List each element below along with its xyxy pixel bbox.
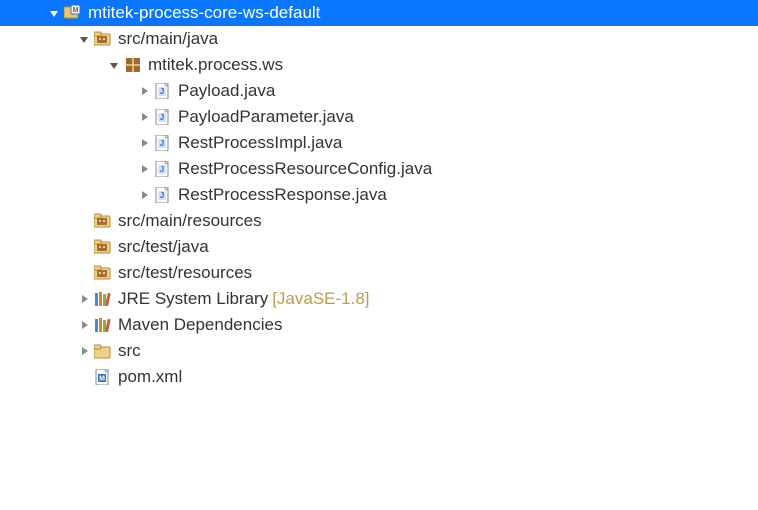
tree-item-java-file[interactable]: Payload.java: [0, 78, 758, 104]
chevron-down-icon[interactable]: [108, 59, 120, 71]
library-label: Maven Dependencies: [118, 312, 282, 338]
package-label: mtitek.process.ws: [148, 52, 283, 78]
tree-item-src-folder[interactable]: src: [0, 338, 758, 364]
maven-project-icon: [64, 5, 82, 21]
java-file-icon: [154, 109, 172, 125]
package-folder-icon: [94, 239, 112, 255]
chevron-down-icon[interactable]: [48, 7, 60, 19]
tree-item-project[interactable]: mtitek-process-core-ws-default: [0, 0, 758, 26]
library-label: JRE System Library: [118, 286, 268, 312]
java-file-icon: [154, 187, 172, 203]
chevron-right-icon[interactable]: [138, 189, 150, 201]
folder-label: src: [118, 338, 141, 364]
package-icon: [124, 57, 142, 73]
tree-item-java-file[interactable]: PayloadParameter.java: [0, 104, 758, 130]
tree-item-src-test-resources[interactable]: src/test/resources: [0, 260, 758, 286]
tree-item-src-test-java[interactable]: src/test/java: [0, 234, 758, 260]
package-folder-icon: [94, 213, 112, 229]
library-icon: [94, 317, 112, 333]
project-label: mtitek-process-core-ws-default: [88, 0, 320, 26]
tree-item-jre-library[interactable]: JRE System Library [JavaSE-1.8]: [0, 286, 758, 312]
tree-item-java-file[interactable]: RestProcessResourceConfig.java: [0, 156, 758, 182]
file-label: Payload.java: [178, 78, 275, 104]
file-label: RestProcessImpl.java: [178, 130, 342, 156]
tree-item-src-main-java[interactable]: src/main/java: [0, 26, 758, 52]
package-folder-icon: [94, 31, 112, 47]
tree-item-src-main-resources[interactable]: src/main/resources: [0, 208, 758, 234]
source-folder-label: src/main/resources: [118, 208, 262, 234]
chevron-right-icon[interactable]: [138, 111, 150, 123]
folder-icon: [94, 343, 112, 359]
chevron-right-icon[interactable]: [138, 137, 150, 149]
package-folder-icon: [94, 265, 112, 281]
library-annotation: [JavaSE-1.8]: [272, 286, 369, 312]
tree-item-pom-xml[interactable]: pom.xml: [0, 364, 758, 390]
source-folder-label: src/test/resources: [118, 260, 252, 286]
file-label: pom.xml: [118, 364, 182, 390]
java-file-icon: [154, 161, 172, 177]
source-folder-label: src/main/java: [118, 26, 218, 52]
source-folder-label: src/test/java: [118, 234, 209, 260]
java-file-icon: [154, 83, 172, 99]
chevron-right-icon[interactable]: [78, 345, 90, 357]
java-file-icon: [154, 135, 172, 151]
tree-item-java-file[interactable]: RestProcessResponse.java: [0, 182, 758, 208]
chevron-right-icon[interactable]: [138, 85, 150, 97]
file-label: RestProcessResourceConfig.java: [178, 156, 432, 182]
maven-file-icon: [94, 369, 112, 385]
file-label: PayloadParameter.java: [178, 104, 354, 130]
tree-item-maven-dependencies[interactable]: Maven Dependencies: [0, 312, 758, 338]
tree-item-java-file[interactable]: RestProcessImpl.java: [0, 130, 758, 156]
library-icon: [94, 291, 112, 307]
tree-item-package[interactable]: mtitek.process.ws: [0, 52, 758, 78]
chevron-right-icon[interactable]: [78, 293, 90, 305]
chevron-right-icon[interactable]: [78, 319, 90, 331]
file-label: RestProcessResponse.java: [178, 182, 387, 208]
chevron-right-icon[interactable]: [138, 163, 150, 175]
chevron-down-icon[interactable]: [78, 33, 90, 45]
